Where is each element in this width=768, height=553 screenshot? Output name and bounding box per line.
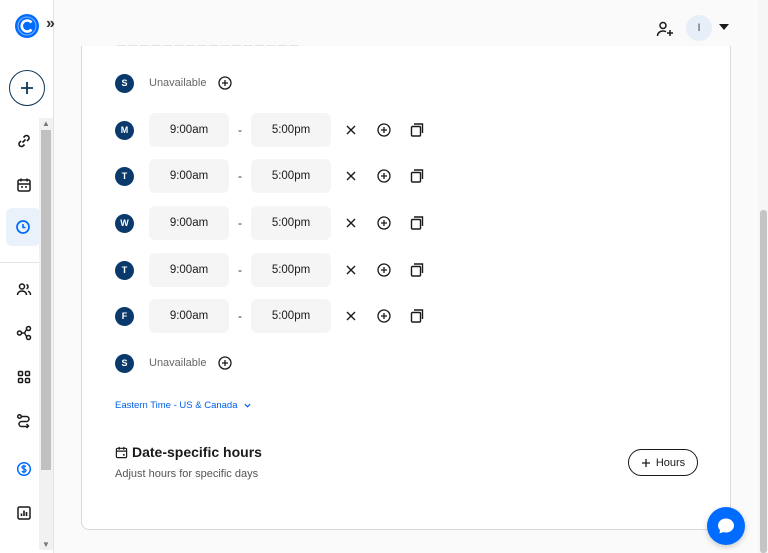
remove-interval-icon[interactable]: [345, 170, 357, 182]
day-badge: F: [115, 306, 134, 326]
day-badge: T: [115, 260, 134, 280]
chevron-down-icon: [243, 403, 251, 408]
nav-upgrade[interactable]: [8, 453, 40, 485]
start-time-input[interactable]: 9:00am: [149, 206, 229, 240]
date-specific-subtitle: Adjust hours for specific days: [115, 468, 259, 480]
nav-availability[interactable]: [6, 208, 40, 246]
page-scrollbar[interactable]: [758, 0, 768, 553]
remove-interval-icon[interactable]: [345, 124, 357, 136]
nav-analytics[interactable]: [8, 497, 40, 529]
calendar-icon: [115, 446, 128, 458]
sidebar-scrollbar[interactable]: ▲ ▼: [39, 118, 53, 550]
plus-icon: [21, 82, 33, 94]
dollar-icon: [16, 461, 32, 477]
start-time-input[interactable]: 9:00am: [149, 299, 229, 333]
hours-button-label: Hours: [655, 456, 686, 469]
copy-times-icon[interactable]: [410, 169, 424, 183]
day-badge: S: [115, 73, 134, 93]
calendly-logo-icon[interactable]: [14, 13, 40, 39]
plus-icon: [641, 458, 650, 467]
end-time-input[interactable]: 5:00pm: [251, 113, 331, 147]
scroll-up-arrow-icon[interactable]: ▲: [42, 119, 50, 128]
add-date-specific-hours-button[interactable]: Hours: [628, 449, 698, 476]
workflow-icon: [16, 325, 32, 341]
remove-interval-icon[interactable]: [345, 310, 357, 322]
remove-interval-icon[interactable]: [345, 264, 357, 276]
analytics-icon: [17, 506, 31, 520]
range-separator: -: [238, 263, 242, 277]
unavailable-label: Unavailable: [149, 357, 207, 369]
scroll-down-arrow-icon[interactable]: ▼: [42, 540, 50, 549]
copy-times-icon[interactable]: [410, 216, 424, 230]
copy-times-icon[interactable]: [410, 309, 424, 323]
account-menu-caret-icon[interactable]: [719, 24, 729, 30]
add-interval-icon[interactable]: [377, 263, 391, 277]
day-badge: W: [115, 213, 134, 233]
range-separator: -: [238, 123, 242, 137]
end-time-input[interactable]: 5:00pm: [251, 299, 331, 333]
invite-user-icon[interactable]: [656, 20, 674, 38]
start-time-input[interactable]: 9:00am: [149, 113, 229, 147]
nav-meetings[interactable]: [8, 169, 40, 201]
end-time-input[interactable]: 5:00pm: [251, 253, 331, 287]
chat-support-button[interactable]: [707, 507, 745, 545]
day-row-thursday: T 9:00am - 5:00pm: [115, 253, 424, 287]
add-interval-icon[interactable]: [377, 123, 391, 137]
copy-times-icon[interactable]: [410, 123, 424, 137]
user-avatar[interactable]: I: [686, 15, 712, 41]
start-time-input[interactable]: 9:00am: [149, 253, 229, 287]
nav-routing[interactable]: [8, 405, 40, 437]
expand-sidebar-icon[interactable]: »: [46, 16, 55, 32]
end-time-input[interactable]: 5:00pm: [251, 159, 331, 193]
timezone-label: Eastern Time - US & Canada: [115, 400, 238, 411]
add-interval-icon[interactable]: [218, 76, 233, 90]
range-separator: -: [238, 169, 242, 183]
start-time-input[interactable]: 9:00am: [149, 159, 229, 193]
date-specific-heading: Date-specific hours: [115, 444, 262, 460]
routing-icon: [16, 413, 30, 429]
chat-bubble-icon: [718, 518, 734, 534]
range-separator: -: [238, 216, 242, 230]
contacts-icon: [16, 283, 32, 296]
day-row-friday: F 9:00am - 5:00pm: [115, 299, 424, 333]
day-row-saturday: S Unavailable: [115, 346, 233, 380]
sidebar: » ▲ ▼: [0, 0, 55, 553]
nav-workflows[interactable]: [8, 317, 40, 349]
sidebar-scrollbar-thumb[interactable]: [41, 130, 51, 470]
unavailable-label: Unavailable: [149, 77, 207, 89]
clipped-text: — — — — — — — — — — — — — — — —: [117, 40, 299, 46]
link-icon: [18, 134, 30, 148]
day-badge: M: [115, 120, 134, 140]
add-interval-icon[interactable]: [218, 356, 233, 370]
date-specific-title: Date-specific hours: [132, 444, 262, 460]
day-badge: S: [115, 353, 134, 373]
page-scrollbar-thumb[interactable]: [760, 210, 767, 553]
timezone-selector[interactable]: Eastern Time - US & Canada: [115, 400, 251, 411]
nav-contacts[interactable]: [8, 273, 40, 305]
day-badge: T: [115, 166, 134, 186]
availability-card: — — — — — — — — — — — — — — — — S Unavai…: [81, 40, 731, 530]
range-separator: -: [238, 309, 242, 323]
day-row-monday: M 9:00am - 5:00pm: [115, 113, 424, 147]
end-time-input[interactable]: 5:00pm: [251, 206, 331, 240]
create-button[interactable]: [9, 70, 45, 106]
nav-scheduling-links[interactable]: [8, 125, 40, 157]
day-row-wednesday: W 9:00am - 5:00pm: [115, 206, 424, 240]
nav-integrations[interactable]: [8, 361, 40, 393]
clock-icon: [16, 220, 30, 234]
day-row-tuesday: T 9:00am - 5:00pm: [115, 159, 424, 193]
add-interval-icon[interactable]: [377, 216, 391, 230]
copy-times-icon[interactable]: [410, 263, 424, 277]
add-interval-icon[interactable]: [377, 169, 391, 183]
apps-grid-icon: [17, 370, 31, 384]
calendar-icon: [17, 178, 31, 192]
day-row-sunday: S Unavailable: [115, 66, 233, 100]
remove-interval-icon[interactable]: [345, 217, 357, 229]
add-interval-icon[interactable]: [377, 309, 391, 323]
